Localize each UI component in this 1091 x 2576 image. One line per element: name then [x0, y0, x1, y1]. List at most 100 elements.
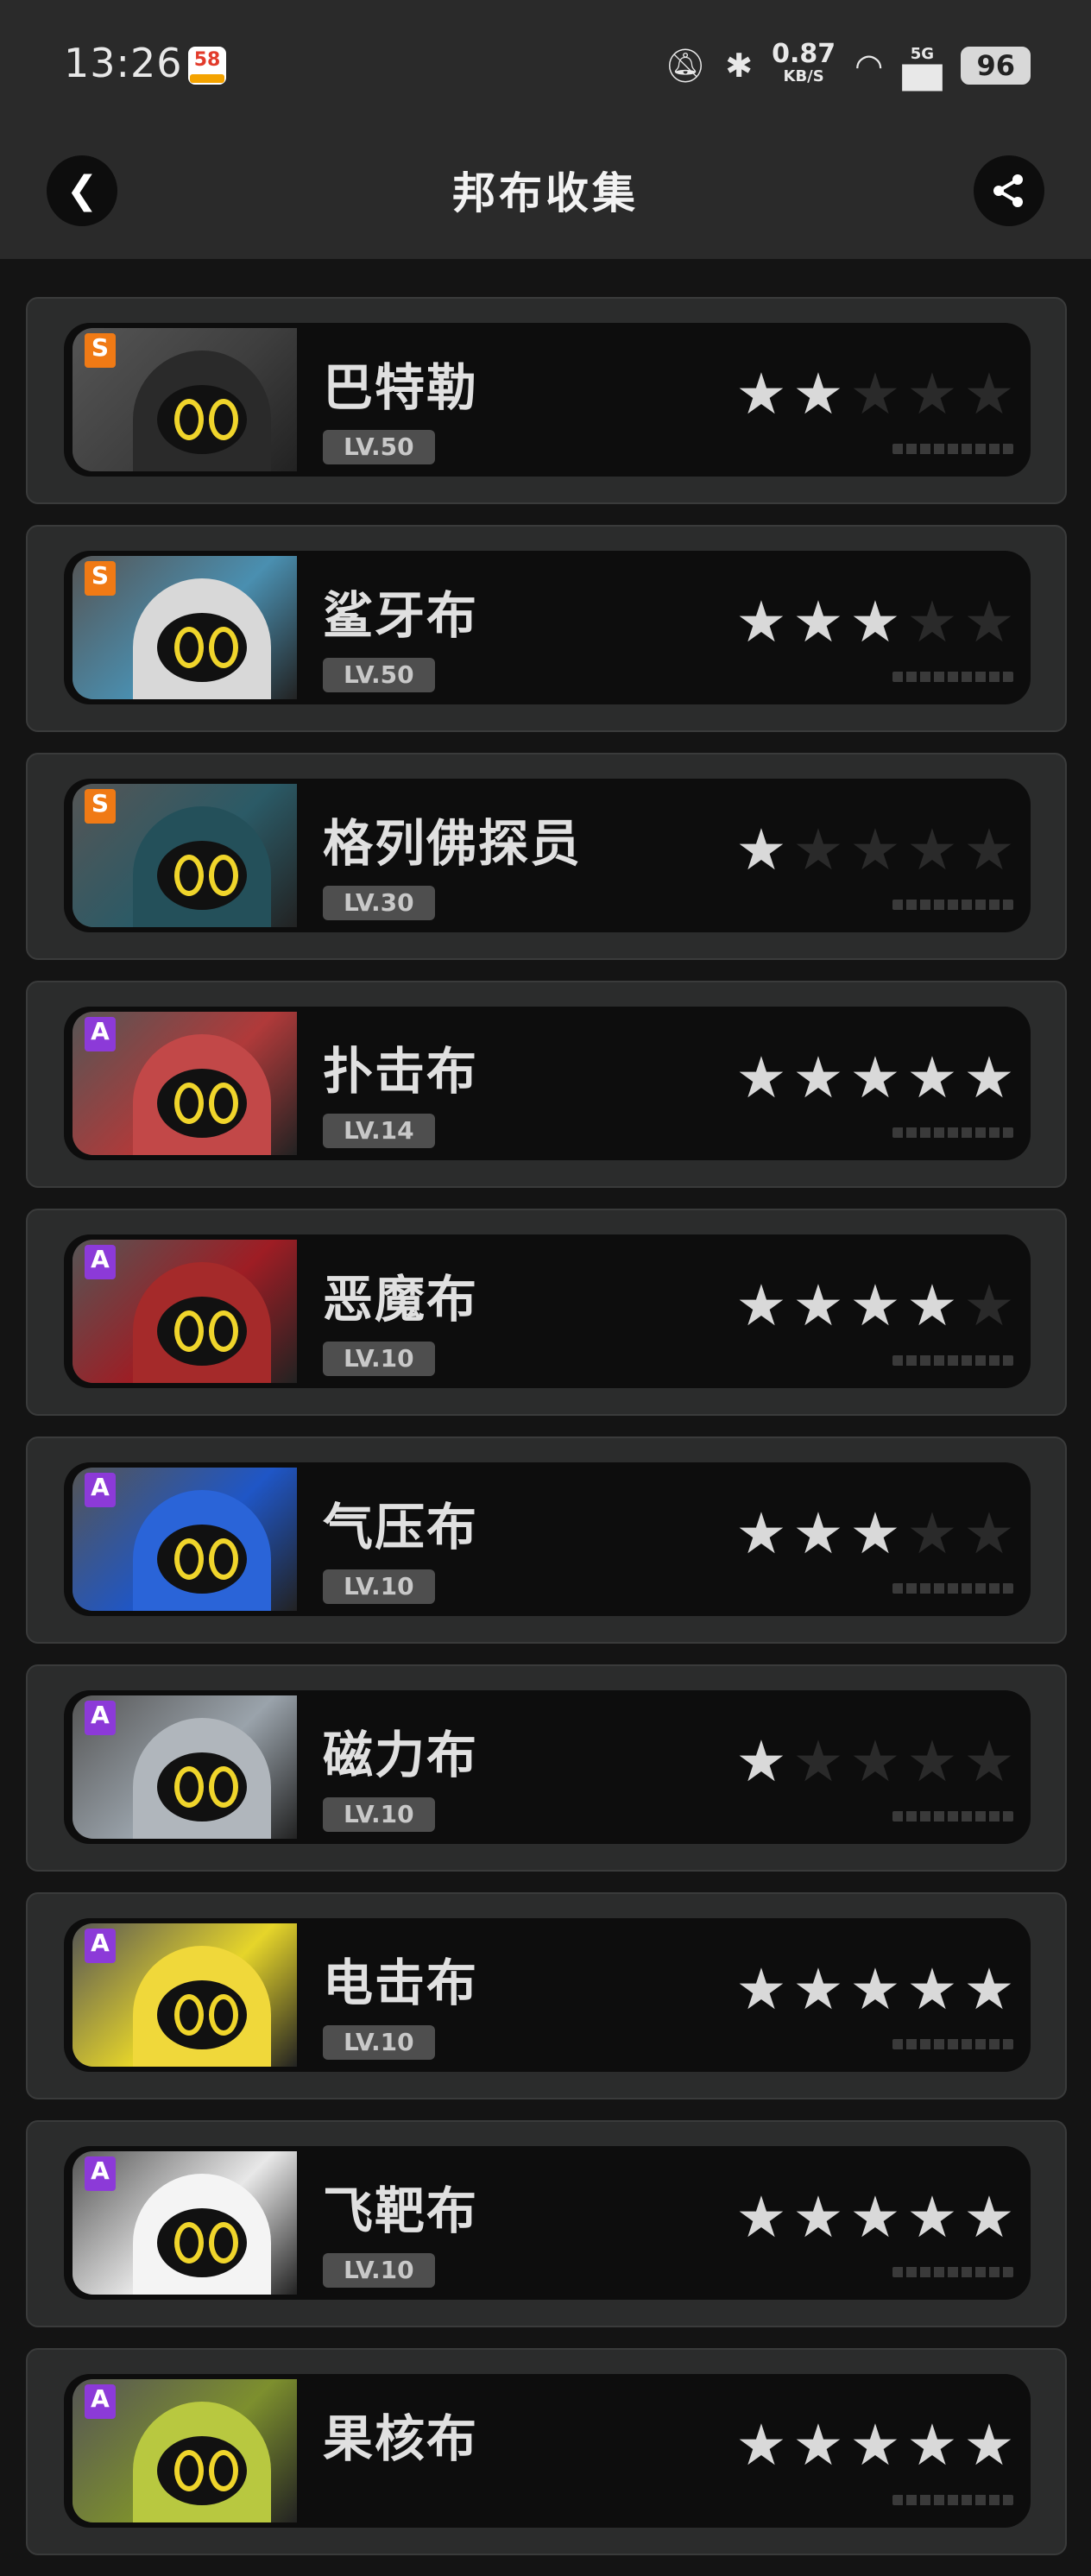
- star-icon: ★: [963, 1272, 1015, 1339]
- decorative-caption: [892, 2267, 1013, 2277]
- star-rating: ★ ★ ★ ★ ★: [734, 1960, 1017, 2020]
- star-icon: ★: [849, 1500, 901, 1567]
- star-rating: ★ ★ ★ ★ ★: [734, 592, 1017, 653]
- bangboo-card[interactable]: A 扑击布 LV.14 ★ ★ ★ ★ ★: [26, 981, 1067, 1188]
- status-bar: 13:26 58 🔕︎ ✱ 0.87 KB/S ◠ 5G ▇▇ 96: [0, 0, 1091, 129]
- network-speed: 0.87 KB/S: [772, 39, 836, 86]
- star-icon: ★: [735, 361, 787, 427]
- bangboo-card-inner: A 果核布 ★ ★ ★ ★ ★: [64, 2374, 1031, 2528]
- bangboo-card-inner: S 格列佛探员 LV.30 ★ ★ ★ ★ ★: [64, 779, 1031, 932]
- star-icon: ★: [963, 1956, 1015, 2023]
- star-icon: ★: [906, 589, 958, 655]
- bangboo-portrait: S: [73, 784, 297, 927]
- star-icon: ★: [735, 1956, 787, 2023]
- bangboo-portrait: A: [73, 1012, 297, 1155]
- bangboo-card[interactable]: A 恶魔布 LV.10 ★ ★ ★ ★ ★: [26, 1209, 1067, 1416]
- star-icon: ★: [792, 2184, 844, 2251]
- star-icon: ★: [849, 1728, 901, 1795]
- level-badge: LV.14: [323, 1114, 435, 1148]
- star-icon: ★: [849, 817, 901, 883]
- star-icon: ★: [735, 2412, 787, 2478]
- bangboo-portrait: A: [73, 1695, 297, 1839]
- app-58-icon: 58: [188, 47, 226, 85]
- star-rating: ★ ★ ★ ★ ★: [734, 820, 1017, 881]
- share-icon: [993, 174, 1023, 207]
- star-rating: ★ ★ ★ ★ ★: [734, 1048, 1017, 1108]
- star-icon: ★: [906, 361, 958, 427]
- bangboo-name: 格列佛探员: [323, 814, 583, 873]
- decorative-caption: [892, 1811, 1013, 1822]
- star-icon: ★: [792, 817, 844, 883]
- bangboo-card[interactable]: S 鲨牙布 LV.50 ★ ★ ★ ★ ★: [26, 525, 1067, 732]
- star-icon: ★: [735, 1272, 787, 1339]
- bangboo-card[interactable]: A 飞靶布 LV.10 ★ ★ ★ ★ ★: [26, 2120, 1067, 2327]
- star-icon: ★: [849, 2184, 901, 2251]
- bangboo-portrait: A: [73, 2379, 297, 2522]
- decorative-caption: [892, 900, 1013, 910]
- star-rating: ★ ★ ★ ★ ★: [734, 2415, 1017, 2476]
- star-icon: ★: [849, 2412, 901, 2478]
- rank-badge: S: [85, 333, 116, 368]
- star-icon: ★: [963, 817, 1015, 883]
- star-icon: ★: [735, 1045, 787, 1111]
- rank-badge: A: [85, 1701, 116, 1735]
- level-badge: LV.10: [323, 1342, 435, 1376]
- bangboo-card[interactable]: A 果核布 ★ ★ ★ ★ ★: [26, 2348, 1067, 2555]
- rank-badge: A: [85, 1245, 116, 1279]
- decorative-caption: [892, 672, 1013, 682]
- star-icon: ★: [849, 1272, 901, 1339]
- signal-5g: 5G ▇▇: [902, 45, 943, 92]
- star-rating: ★ ★ ★ ★ ★: [734, 364, 1017, 425]
- rank-badge: A: [85, 1473, 116, 1507]
- rank-badge: A: [85, 1929, 116, 1963]
- rank-badge: S: [85, 789, 116, 824]
- star-rating: ★ ★ ★ ★ ★: [734, 1732, 1017, 1792]
- star-icon: ★: [906, 2412, 958, 2478]
- star-icon: ★: [963, 2412, 1015, 2478]
- bangboo-card[interactable]: A 气压布 LV.10 ★ ★ ★ ★ ★: [26, 1436, 1067, 1644]
- star-icon: ★: [849, 361, 901, 427]
- bangboo-list: S 巴特勒 LV.50 ★ ★ ★ ★ ★ S 鲨牙布 LV.50 ★ ★ ★ ★ ★: [26, 297, 1067, 2576]
- wifi-icon: ◠: [855, 47, 884, 85]
- rank-badge: S: [85, 561, 116, 596]
- bangboo-name: 磁力布: [323, 1726, 479, 1784]
- star-icon: ★: [963, 589, 1015, 655]
- star-icon: ★: [963, 2184, 1015, 2251]
- bluetooth-icon: ✱: [725, 47, 754, 85]
- star-rating: ★ ★ ★ ★ ★: [734, 2188, 1017, 2248]
- bangboo-card[interactable]: A 磁力布 LV.10 ★ ★ ★ ★ ★: [26, 1664, 1067, 1872]
- star-rating: ★ ★ ★ ★ ★: [734, 1276, 1017, 1336]
- level-badge: LV.50: [323, 658, 435, 692]
- star-icon: ★: [792, 589, 844, 655]
- battery-indicator: 96: [961, 47, 1031, 85]
- star-icon: ★: [906, 2184, 958, 2251]
- star-icon: ★: [792, 1045, 844, 1111]
- star-icon: ★: [792, 2412, 844, 2478]
- bangboo-portrait: A: [73, 1468, 297, 1611]
- bangboo-name: 恶魔布: [323, 1270, 479, 1329]
- star-icon: ★: [792, 1272, 844, 1339]
- page-title: 邦布收集: [452, 168, 639, 218]
- star-icon: ★: [735, 1728, 787, 1795]
- star-icon: ★: [906, 817, 958, 883]
- level-badge: LV.10: [323, 2253, 435, 2288]
- star-icon: ★: [792, 1728, 844, 1795]
- rank-badge: A: [85, 1017, 116, 1051]
- bangboo-card[interactable]: A 电击布 LV.10 ★ ★ ★ ★ ★: [26, 1892, 1067, 2099]
- decorative-caption: [892, 1127, 1013, 1138]
- star-icon: ★: [735, 1500, 787, 1567]
- decorative-caption: [892, 1355, 1013, 1366]
- star-icon: ★: [792, 361, 844, 427]
- level-badge: LV.10: [323, 1569, 435, 1604]
- share-button[interactable]: [974, 155, 1044, 226]
- bangboo-card[interactable]: S 格列佛探员 LV.30 ★ ★ ★ ★ ★: [26, 753, 1067, 960]
- bangboo-card-inner: S 鲨牙布 LV.50 ★ ★ ★ ★ ★: [64, 551, 1031, 704]
- bangboo-portrait: A: [73, 1240, 297, 1383]
- bangboo-card[interactable]: S 巴特勒 LV.50 ★ ★ ★ ★ ★: [26, 297, 1067, 504]
- bangboo-portrait: A: [73, 1923, 297, 2067]
- star-icon: ★: [906, 1728, 958, 1795]
- level-badge: LV.30: [323, 886, 435, 920]
- bangboo-name: 飞靶布: [323, 2181, 479, 2240]
- bangboo-card-inner: A 磁力布 LV.10 ★ ★ ★ ★ ★: [64, 1690, 1031, 1844]
- level-badge: LV.10: [323, 2025, 435, 2060]
